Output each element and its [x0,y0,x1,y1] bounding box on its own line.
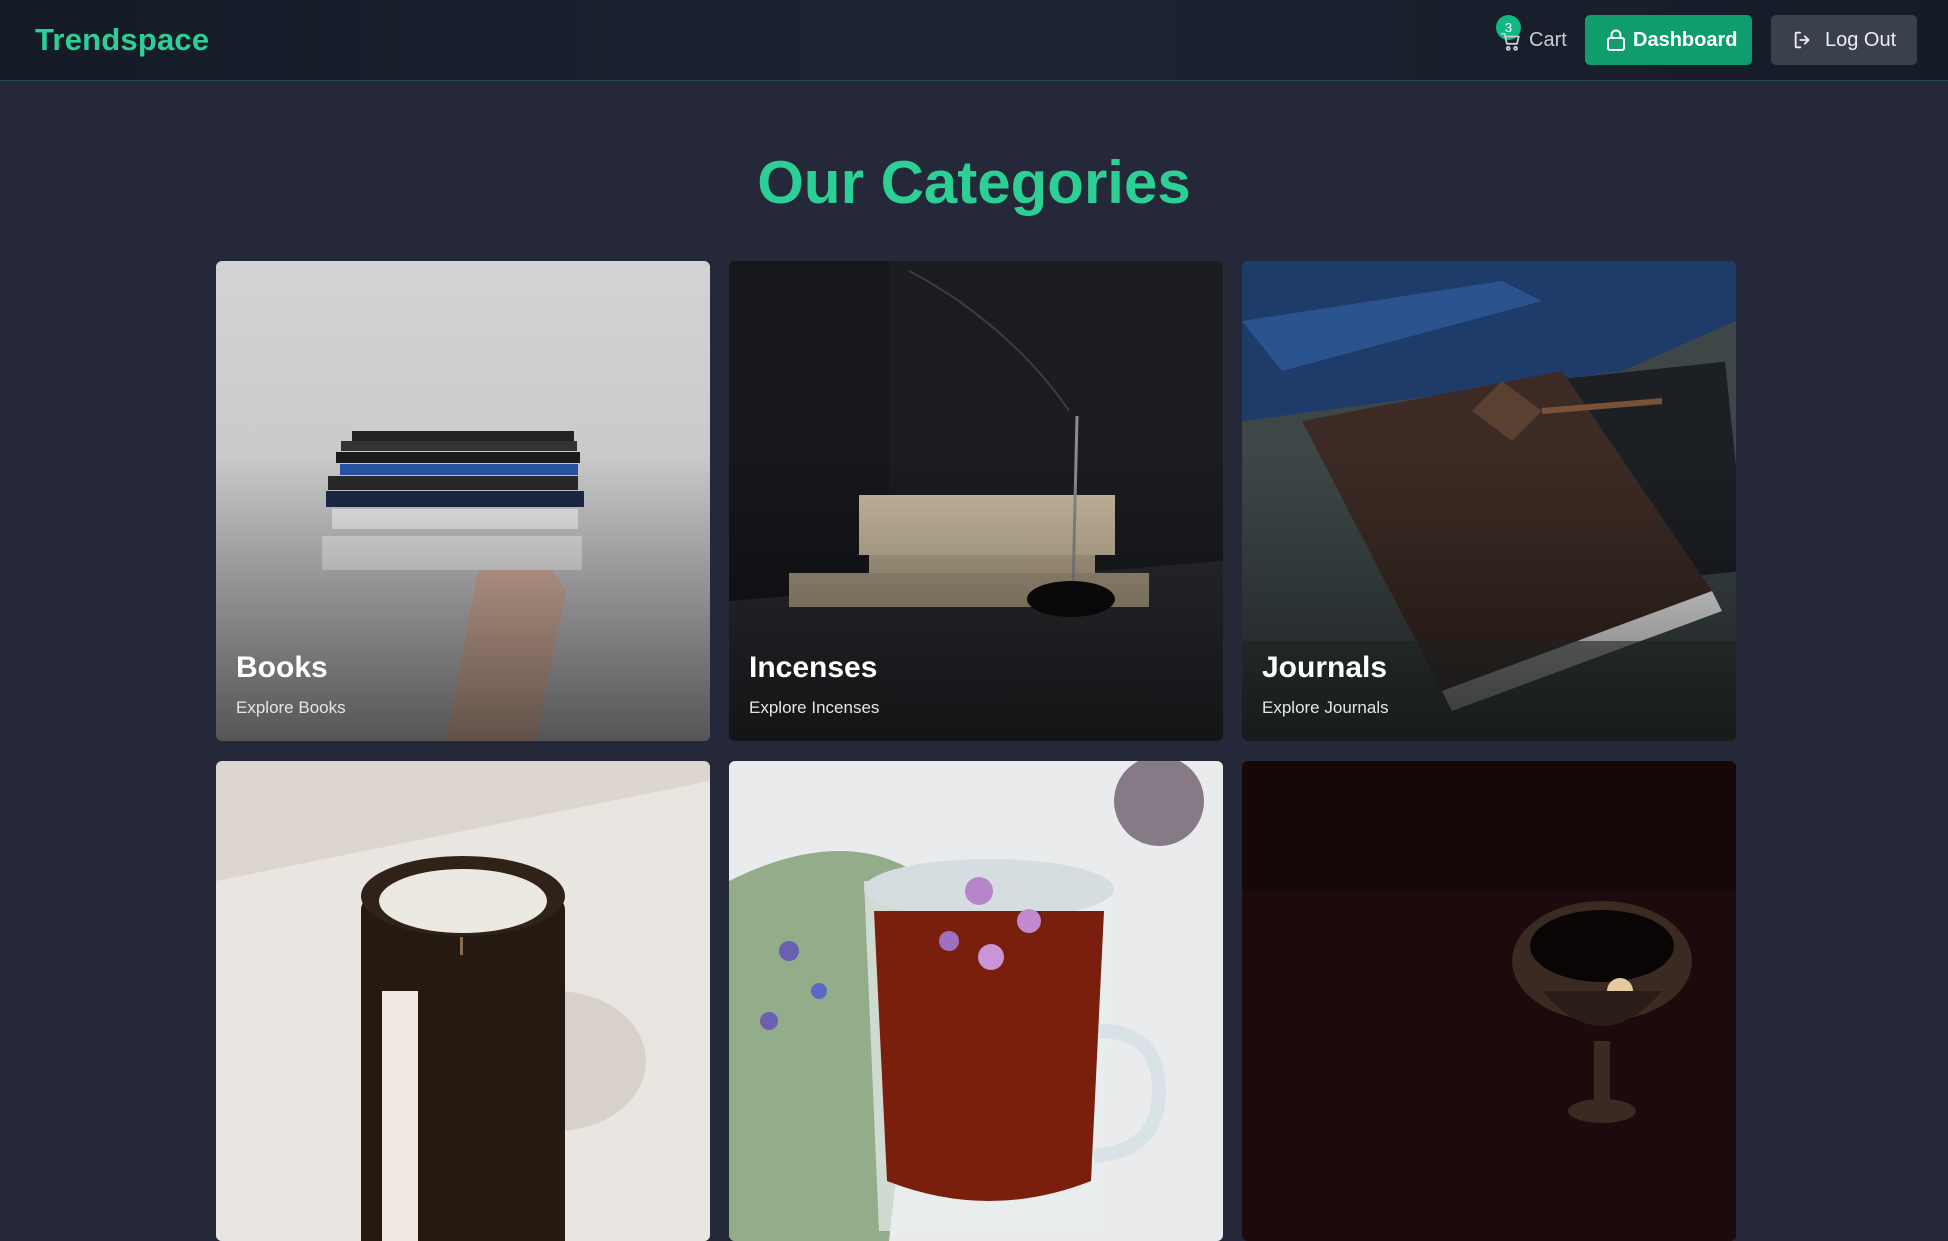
card-subtitle: Explore Books [236,698,346,717]
category-card-books[interactable]: Books Explore Books [216,261,710,741]
lock-icon [1607,29,1625,51]
cart-icon [1500,32,1520,51]
tea-image [729,761,1223,1241]
dashboard-button[interactable]: Dashboard [1585,15,1752,65]
card-title: Books [236,651,328,684]
logout-button[interactable]: Log Out [1771,15,1917,65]
category-card-incenses[interactable]: Incenses Explore Incenses [729,261,1223,741]
card-subtitle: Explore Incenses [749,698,880,717]
category-card-teas[interactable] [729,761,1223,1241]
page-title: Our Categories [757,149,1191,216]
card-subtitle: Explore Journals [1262,698,1389,717]
chalice-image [1242,761,1736,1241]
logout-label: Log Out [1825,29,1897,51]
logout-icon [1794,31,1810,49]
category-card-journals[interactable]: Journals Explore Journals [1242,261,1736,741]
brand-logo[interactable]: Trendspace [35,22,209,58]
dashboard-label: Dashboard [1633,29,1738,51]
cart-button[interactable]: 3 Cart [1496,15,1567,58]
navbar: Trendspace 3 Cart Dashboard Log Out [0,0,1948,81]
cart-label: Cart [1529,29,1567,51]
card-title: Incenses [749,651,878,684]
category-card-candles[interactable] [216,761,710,1241]
card-title: Journals [1262,651,1388,684]
category-card-chalice[interactable] [1242,761,1736,1241]
candle-image [216,761,710,1241]
